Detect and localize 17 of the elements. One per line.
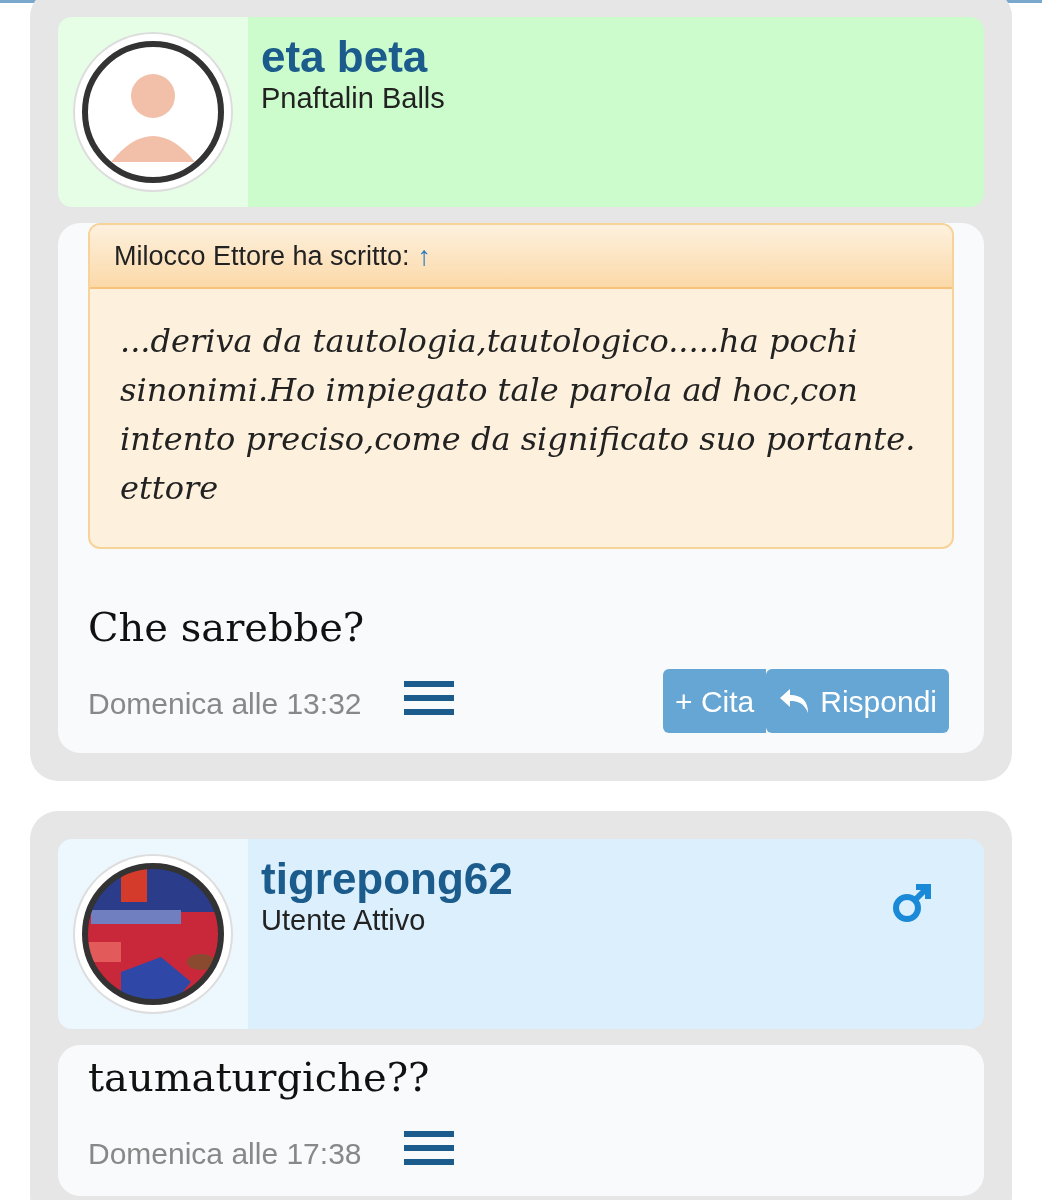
- post-text: taumaturgiche??: [88, 1053, 431, 1102]
- username[interactable]: tigrepong62: [261, 855, 513, 903]
- menu-icon[interactable]: [403, 681, 454, 715]
- quote-text: ...deriva da tautologia,tautologico.....ha pochi sinonimi.Ho impiegato tale parola ad hoc,con intento preciso,come da significato suo portante. ettore: [119, 321, 917, 509]
- reply-button[interactable]: Rispondi: [766, 669, 949, 733]
- user-rank: Pnaftalin Balls: [261, 81, 445, 115]
- avatar-icon: [81, 40, 225, 184]
- user-rank: Utente Attivo: [261, 903, 427, 937]
- username[interactable]: eta beta: [261, 33, 445, 81]
- post-time: Domenica alle 17:38: [88, 1136, 362, 1172]
- menu-icon[interactable]: [403, 1131, 454, 1165]
- quote-author: Milocco Ettore ha scritto:: [114, 239, 410, 273]
- jump-link[interactable]: ↑: [417, 235, 432, 277]
- quote-button[interactable]: + Cita: [663, 669, 767, 733]
- post-time: Domenica alle 13:32: [88, 686, 362, 722]
- male-icon: [890, 881, 934, 925]
- post-text: Che sarebbe?: [88, 603, 366, 652]
